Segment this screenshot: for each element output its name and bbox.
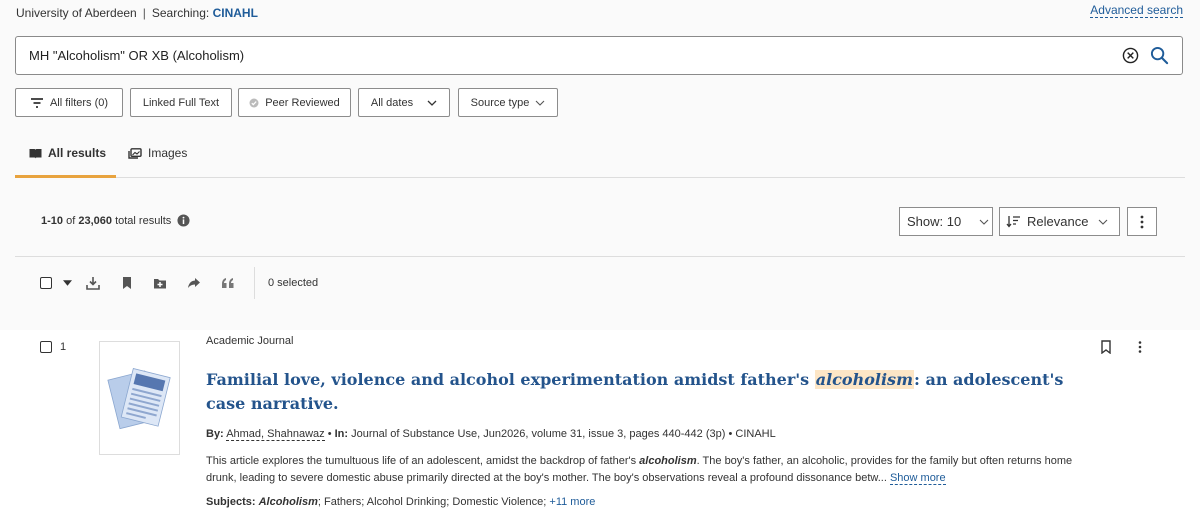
result-number: 1 <box>40 341 66 353</box>
all-filters-button[interactable]: All filters (0) <box>15 88 123 117</box>
linked-full-text-button[interactable]: Linked Full Text <box>130 88 232 117</box>
results-of: of <box>66 214 76 227</box>
share-icon[interactable] <box>187 276 201 290</box>
sort-dropdown[interactable]: Relevance <box>999 207 1120 236</box>
more-subjects-link[interactable]: +11 more <box>549 496 595 508</box>
advanced-search-link[interactable]: Advanced search <box>1090 3 1183 18</box>
check-circle-icon <box>249 98 259 107</box>
tabs-divider <box>15 177 1185 178</box>
chevron-down-icon <box>1099 219 1108 225</box>
bullet: • <box>728 428 733 440</box>
result-byline: By: Ahmad, Shahnawaz • In: Journal of Su… <box>206 428 776 441</box>
download-icon[interactable] <box>86 276 100 290</box>
context-bar: University of Aberdeen | Searching: CINAHL <box>16 6 258 20</box>
show-more-link[interactable]: Show more <box>889 472 946 485</box>
database-name[interactable]: CINAHL <box>213 6 258 20</box>
images-icon <box>128 147 142 159</box>
results-suffix: total results <box>115 214 172 227</box>
author-link[interactable]: Ahmad, Shahnawaz <box>226 428 325 441</box>
title-text: Familial love, violence and alcohol expe… <box>206 370 815 389</box>
results-count: 1-10 of 23,060 total results <box>41 214 190 227</box>
result-checkbox[interactable] <box>40 341 52 353</box>
tab-images-label: Images <box>148 146 188 160</box>
kebab-icon[interactable] <box>1133 340 1147 354</box>
selected-count: 0 selected <box>268 277 319 289</box>
add-to-folder-icon[interactable] <box>153 276 167 290</box>
source-type-label: Source type <box>470 96 530 109</box>
results-total: 23,060 <box>78 214 112 227</box>
result-title-link[interactable]: Familial love, violence and alcohol expe… <box>206 368 1066 416</box>
searching-label: Searching: <box>151 6 210 20</box>
toolbar-separator <box>254 267 255 299</box>
book-icon <box>29 148 42 158</box>
title-highlight: alcoholism <box>814 370 914 389</box>
toolbar-divider <box>15 256 1185 257</box>
clear-icon[interactable] <box>1122 47 1139 64</box>
institution-name: University of Aberdeen <box>16 6 137 20</box>
chevron-down-icon <box>427 100 437 106</box>
subjects-list[interactable]: ; Fathers; Alcohol Drinking; Domestic Vi… <box>318 496 546 508</box>
all-dates-dropdown[interactable]: All dates <box>358 88 450 117</box>
linked-full-text-label: Linked Full Text <box>142 96 220 109</box>
peer-reviewed-label: Peer Reviewed <box>265 96 340 109</box>
page-size-dropdown[interactable]: Show: 10 <box>899 207 993 236</box>
active-tab-indicator <box>15 175 116 178</box>
filter-icon <box>30 97 43 108</box>
more-options-button[interactable] <box>1127 207 1157 236</box>
tab-all-results-label: All results <box>48 146 107 160</box>
results-range: 1-10 <box>41 214 64 227</box>
source-text: Journal of Substance Use, Jun2026, volum… <box>351 428 726 440</box>
abstract-highlight: alcoholism <box>639 455 697 467</box>
info-icon[interactable] <box>177 214 190 227</box>
peer-reviewed-button[interactable]: Peer Reviewed <box>238 88 351 117</box>
bullet: • <box>327 428 332 440</box>
all-filters-label: All filters (0) <box>49 96 109 109</box>
kebab-icon <box>1140 215 1144 228</box>
search-query-text[interactable]: MH "Alcoholism" OR XB (Alcoholism) <box>29 48 244 63</box>
sort-icon <box>1006 216 1020 228</box>
in-label: In: <box>334 428 349 440</box>
tab-images[interactable]: Images <box>128 146 187 160</box>
page-size-label: Show: 10 <box>907 214 962 229</box>
document-thumbnail[interactable] <box>99 341 180 455</box>
document-icon <box>107 367 171 430</box>
tab-all-results[interactable]: All results <box>29 146 106 160</box>
publication-type: Academic Journal <box>206 335 294 347</box>
sort-label: Relevance <box>1027 214 1089 229</box>
search-input[interactable]: MH "Alcoholism" OR XB (Alcoholism) <box>15 36 1183 75</box>
subjects: Subjects: Alcoholism; Fathers; Alcohol D… <box>206 496 595 508</box>
chevron-down-icon <box>535 100 545 106</box>
cite-icon[interactable] <box>221 276 235 290</box>
caret-down-icon[interactable] <box>63 280 72 286</box>
subjects-label: Subjects: <box>206 496 256 508</box>
bulk-actions-toolbar: 0 selected <box>39 267 359 299</box>
bookmark-icon[interactable] <box>1099 340 1113 354</box>
search-icon[interactable] <box>1150 46 1169 65</box>
select-all-checkbox[interactable] <box>40 277 52 289</box>
results-count-text: 1-10 of 23,060 total results <box>41 215 171 227</box>
by-label: By: <box>206 428 224 440</box>
result-index: 1 <box>60 341 67 353</box>
subject-highlight[interactable]: Alcoholism <box>259 496 318 508</box>
result-item: 1 Academic Journal Familial love, violen… <box>0 330 1200 510</box>
bookmark-icon[interactable] <box>120 276 134 290</box>
database-text: CINAHL <box>735 428 776 440</box>
source-type-dropdown[interactable]: Source type <box>458 88 558 117</box>
all-dates-label: All dates <box>370 96 414 109</box>
abstract: This article explores the tumultuous lif… <box>206 453 1096 487</box>
separator: | <box>142 6 146 20</box>
abstract-text: This article explores the tumultuous lif… <box>206 455 640 467</box>
chevron-down-icon <box>979 219 989 225</box>
